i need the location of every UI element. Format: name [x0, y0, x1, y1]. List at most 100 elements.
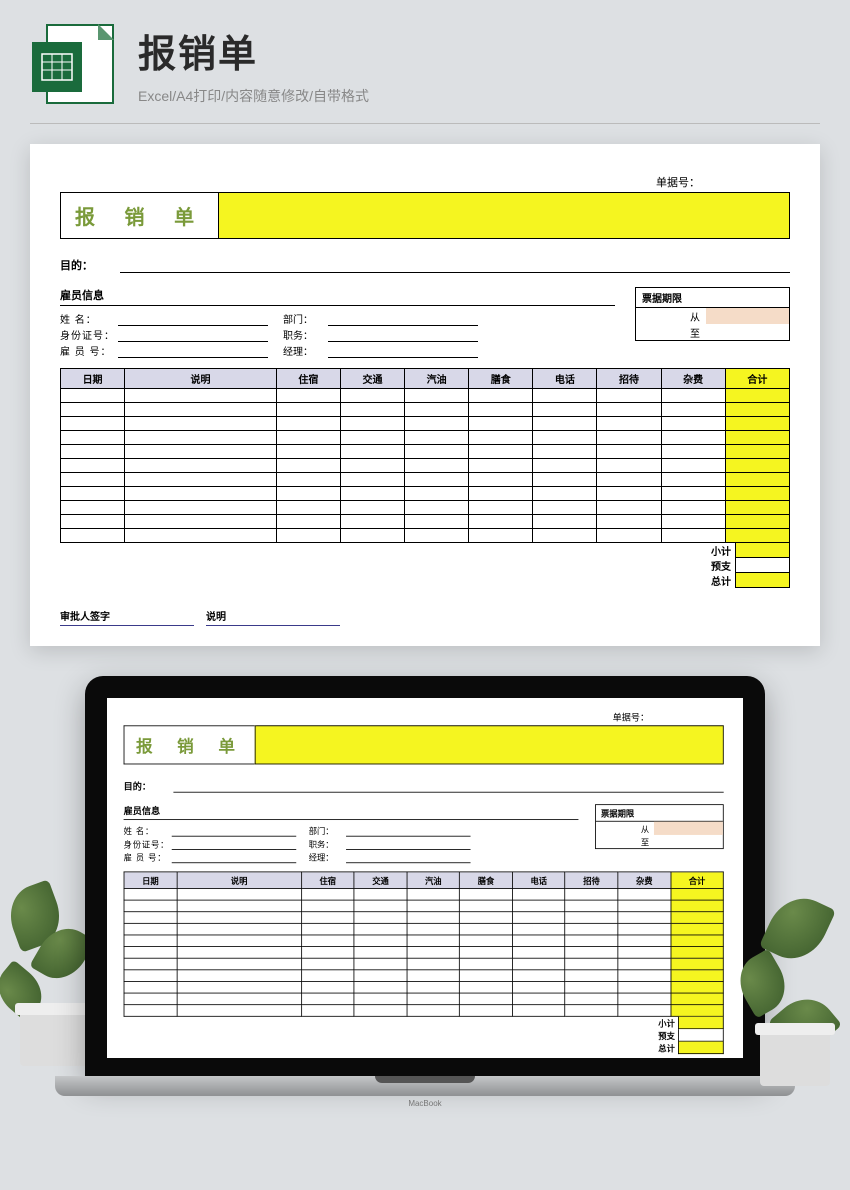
position-input[interactable]: [328, 330, 478, 342]
table-cell[interactable]: [405, 459, 469, 473]
table-cell[interactable]: [597, 515, 661, 529]
table-cell[interactable]: [301, 958, 354, 970]
table-cell[interactable]: [407, 888, 460, 900]
table-cell[interactable]: [125, 417, 277, 431]
table-cell[interactable]: [407, 923, 460, 935]
table-cell[interactable]: [671, 935, 724, 947]
table-cell[interactable]: [512, 900, 565, 912]
table-cell[interactable]: [405, 515, 469, 529]
table-cell[interactable]: [565, 970, 618, 982]
table-cell[interactable]: [725, 515, 789, 529]
table-cell[interactable]: [565, 912, 618, 924]
table-cell[interactable]: [661, 473, 725, 487]
table-cell[interactable]: [177, 970, 302, 982]
table-cell[interactable]: [276, 389, 340, 403]
table-cell[interactable]: [340, 389, 404, 403]
table-cell[interactable]: [61, 417, 125, 431]
table-row[interactable]: [61, 403, 790, 417]
table-cell[interactable]: [469, 431, 533, 445]
table-cell[interactable]: [354, 912, 407, 924]
table-cell[interactable]: [725, 459, 789, 473]
table-cell[interactable]: [124, 947, 177, 959]
table-cell[interactable]: [407, 958, 460, 970]
table-cell[interactable]: [725, 501, 789, 515]
table-cell[interactable]: [125, 515, 277, 529]
table-row[interactable]: [124, 900, 723, 912]
table-cell[interactable]: [407, 912, 460, 924]
table-cell[interactable]: [125, 403, 277, 417]
table-cell[interactable]: [125, 389, 277, 403]
table-cell[interactable]: [565, 935, 618, 947]
table-cell[interactable]: [618, 958, 671, 970]
table-cell[interactable]: [124, 923, 177, 935]
table-cell[interactable]: [661, 529, 725, 543]
table-cell[interactable]: [661, 487, 725, 501]
table-cell[interactable]: [340, 403, 404, 417]
table-cell[interactable]: [597, 403, 661, 417]
table-row[interactable]: [61, 459, 790, 473]
table-cell[interactable]: [177, 912, 302, 924]
table-row[interactable]: [124, 912, 723, 924]
table-cell[interactable]: [177, 900, 302, 912]
table-cell[interactable]: [124, 958, 177, 970]
table-cell[interactable]: [340, 487, 404, 501]
table-cell[interactable]: [512, 993, 565, 1005]
table-cell[interactable]: [405, 501, 469, 515]
table-cell[interactable]: [407, 900, 460, 912]
table-cell[interactable]: [301, 970, 354, 982]
table-cell[interactable]: [61, 487, 125, 501]
table-cell[interactable]: [354, 923, 407, 935]
table-cell[interactable]: [405, 431, 469, 445]
table-cell[interactable]: [469, 529, 533, 543]
table-cell[interactable]: [469, 459, 533, 473]
table-cell[interactable]: [124, 888, 177, 900]
table-cell[interactable]: [61, 403, 125, 417]
table-row[interactable]: [124, 993, 723, 1005]
table-cell[interactable]: [407, 970, 460, 982]
table-cell[interactable]: [661, 389, 725, 403]
table-cell[interactable]: [533, 417, 597, 431]
table-cell[interactable]: [671, 923, 724, 935]
table-cell[interactable]: [301, 888, 354, 900]
table-cell[interactable]: [301, 981, 354, 993]
table-cell[interactable]: [597, 473, 661, 487]
table-cell[interactable]: [177, 981, 302, 993]
table-cell[interactable]: [671, 958, 724, 970]
table-cell[interactable]: [671, 912, 724, 924]
table-cell[interactable]: [405, 487, 469, 501]
table-cell[interactable]: [301, 923, 354, 935]
table-cell[interactable]: [276, 515, 340, 529]
table-cell[interactable]: [276, 529, 340, 543]
table-cell[interactable]: [354, 935, 407, 947]
table-cell[interactable]: [354, 958, 407, 970]
table-cell[interactable]: [661, 515, 725, 529]
table-cell[interactable]: [340, 515, 404, 529]
table-cell[interactable]: [671, 1005, 724, 1017]
table-cell[interactable]: [597, 417, 661, 431]
table-cell[interactable]: [512, 981, 565, 993]
table-cell[interactable]: [512, 888, 565, 900]
table-cell[interactable]: [407, 993, 460, 1005]
table-cell[interactable]: [661, 445, 725, 459]
table-cell[interactable]: [618, 888, 671, 900]
table-cell[interactable]: [405, 389, 469, 403]
table-cell[interactable]: [533, 529, 597, 543]
table-cell[interactable]: [177, 888, 302, 900]
table-cell[interactable]: [533, 487, 597, 501]
table-cell[interactable]: [276, 403, 340, 417]
table-cell[interactable]: [340, 431, 404, 445]
table-cell[interactable]: [512, 912, 565, 924]
table-cell[interactable]: [354, 888, 407, 900]
table-cell[interactable]: [460, 970, 513, 982]
table-cell[interactable]: [124, 981, 177, 993]
table-cell[interactable]: [407, 1005, 460, 1017]
table-cell[interactable]: [512, 1005, 565, 1017]
table-cell[interactable]: [177, 923, 302, 935]
table-cell[interactable]: [177, 993, 302, 1005]
table-cell[interactable]: [565, 1005, 618, 1017]
table-cell[interactable]: [354, 993, 407, 1005]
table-row[interactable]: [124, 935, 723, 947]
table-cell[interactable]: [276, 473, 340, 487]
table-cell[interactable]: [61, 445, 125, 459]
table-cell[interactable]: [276, 487, 340, 501]
